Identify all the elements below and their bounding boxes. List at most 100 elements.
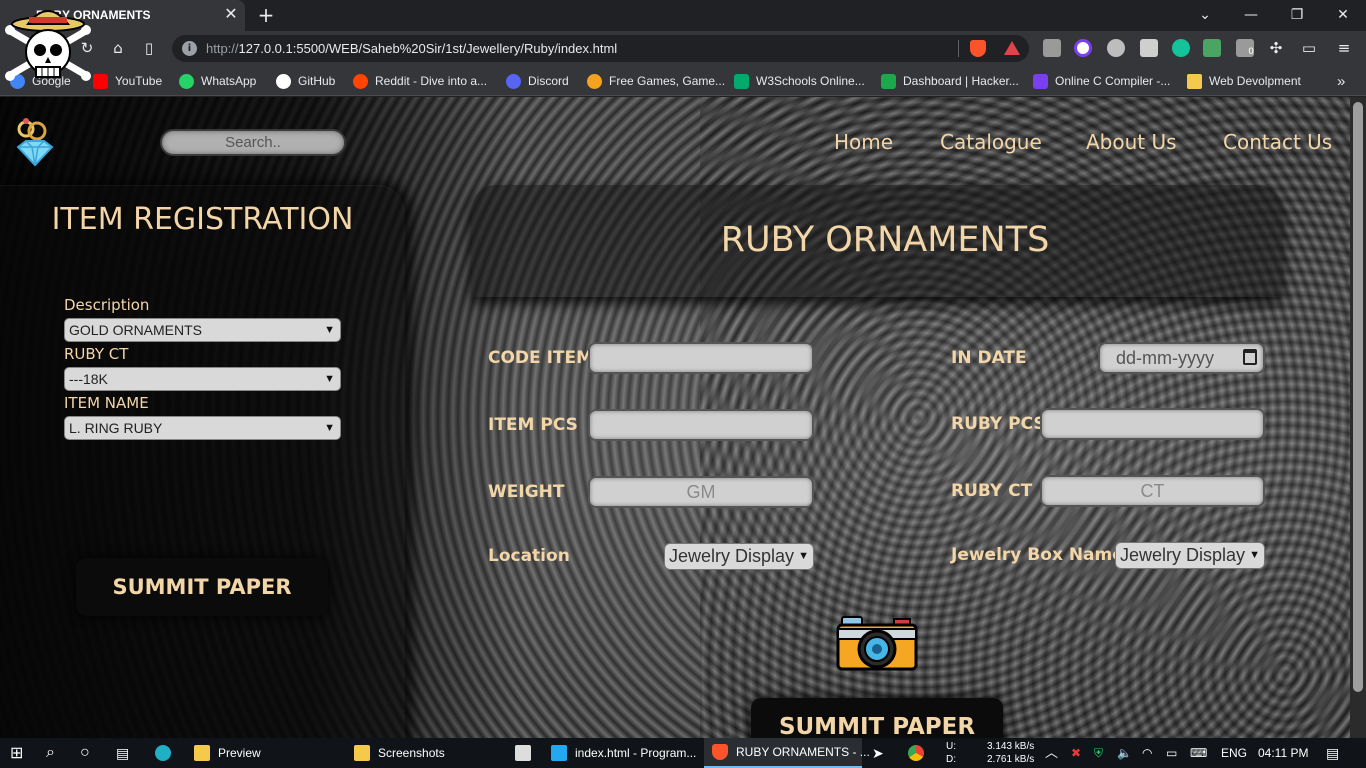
- extension-icon[interactable]: [1107, 39, 1125, 57]
- taskbar-item-preview[interactable]: Preview: [186, 738, 336, 768]
- camera-icon[interactable]: [836, 615, 918, 673]
- code-item-label: CODE ITEM: [488, 348, 594, 368]
- bookmark-online-compiler[interactable]: Online C Compiler -...: [1033, 72, 1170, 90]
- window-close-icon[interactable]: ✕: [1328, 4, 1358, 26]
- browser-tab-bar: RUBY ORNAMENTS ✕ + ⌄ — ❐ ✕: [0, 0, 1366, 31]
- wallet-icon[interactable]: ▭: [1298, 37, 1320, 59]
- vscode-icon: [551, 745, 567, 761]
- address-separator: [958, 40, 959, 57]
- calendar-icon[interactable]: [1243, 349, 1257, 365]
- taskbar-item-vscode[interactable]: index.html - Program...: [543, 738, 701, 768]
- bookmark-web-development[interactable]: Web Devolpment: [1187, 72, 1301, 90]
- tab-search-icon[interactable]: ⌄: [1190, 4, 1220, 26]
- description-select[interactable]: GOLD ORNAMENTS ▼: [64, 318, 341, 342]
- database-extension-icon[interactable]: [1140, 39, 1158, 57]
- taskbar-item-screenshots[interactable]: Screenshots: [346, 738, 496, 768]
- cortana-icon[interactable]: ○: [80, 738, 90, 768]
- brave-icon: [712, 744, 728, 760]
- close-tab-icon[interactable]: ✕: [222, 5, 240, 23]
- bookmark-icon[interactable]: ▯: [138, 37, 160, 59]
- form-submit-button[interactable]: SUMMIT PAPER: [751, 698, 1003, 738]
- wifi-icon[interactable]: ◠: [1142, 738, 1152, 768]
- new-tab-button[interactable]: +: [255, 4, 277, 26]
- chevron-down-icon: ▼: [798, 544, 809, 569]
- bookmark-w3schools[interactable]: W3Schools Online...: [734, 72, 865, 90]
- address-bar[interactable]: i http://127.0.0.1:5500/WEB/Saheb%20Sir/…: [172, 35, 1029, 62]
- url-text[interactable]: http://127.0.0.1:5500/WEB/Saheb%20Sir/1s…: [206, 41, 617, 56]
- brave-rewards-icon[interactable]: [1004, 41, 1020, 55]
- more-bookmarks-icon[interactable]: »: [1337, 72, 1345, 90]
- browser-toolbar: ↻ ⌂ ▯ i http://127.0.0.1:5500/WEB/Saheb%…: [0, 31, 1366, 64]
- shield-icon[interactable]: ⛨: [1094, 738, 1103, 768]
- item-name-select[interactable]: L. RING RUBY ▼: [64, 416, 341, 440]
- taskbar-item-brave[interactable]: RUBY ORNAMENTS - ...: [704, 738, 870, 768]
- notifications-icon[interactable]: ▤: [1326, 738, 1339, 768]
- menu-icon[interactable]: ≡: [1333, 37, 1355, 59]
- folder-icon: [194, 745, 210, 761]
- search-icon[interactable]: ⌕: [46, 738, 55, 768]
- extension-icon[interactable]: [1043, 39, 1061, 57]
- nav-home[interactable]: Home: [834, 130, 893, 154]
- minimize-icon[interactable]: —: [1236, 4, 1266, 26]
- store-icon[interactable]: [508, 738, 538, 768]
- weight-input[interactable]: GM: [588, 476, 814, 508]
- bookmark-hackerrank[interactable]: Dashboard | Hacker...: [881, 72, 1019, 90]
- ruby-ct-input[interactable]: CT: [1040, 475, 1265, 507]
- bookmark-reddit[interactable]: Reddit - Dive into a...: [353, 72, 487, 90]
- ruby-pcs-label: RUBY PCS: [951, 414, 1046, 434]
- whatsapp-icon: [179, 73, 194, 89]
- ruby-ct-select[interactable]: ---18K ▼: [64, 367, 341, 391]
- blocker-extension-icon[interactable]: [1074, 39, 1092, 57]
- nav-about-us[interactable]: About Us: [1086, 130, 1177, 154]
- folder-icon: [354, 745, 370, 761]
- home-icon[interactable]: ⌂: [107, 37, 129, 59]
- box-name-label: Jewelry Box Name: [951, 545, 1124, 565]
- keyboard-icon[interactable]: ⌨: [1190, 738, 1207, 768]
- bookmark-whatsapp[interactable]: WhatsApp: [179, 72, 256, 90]
- extensions-puzzle-icon[interactable]: ✣: [1265, 37, 1287, 59]
- ruby-pcs-input[interactable]: [1040, 408, 1265, 440]
- location-select[interactable]: Jewelry Display ▼: [664, 543, 814, 570]
- chevron-down-icon: ▼: [324, 373, 335, 385]
- in-date-label: IN DATE: [951, 348, 1027, 368]
- battery-icon[interactable]: ▭: [1166, 738, 1177, 768]
- jewellery-logo-icon[interactable]: [12, 117, 58, 167]
- nav-catalogue[interactable]: Catalogue: [940, 130, 1042, 154]
- vertical-scrollbar[interactable]: [1350, 97, 1366, 738]
- counter-extension-icon[interactable]: 0: [1236, 39, 1254, 57]
- clock[interactable]: 04:11 PM: [1258, 738, 1308, 768]
- ruby-ct-field-label: RUBY CT: [951, 481, 1033, 501]
- language-indicator[interactable]: ENG: [1221, 738, 1247, 768]
- item-pcs-input[interactable]: [588, 409, 814, 441]
- in-date-input[interactable]: dd-mm-yyyy: [1098, 342, 1265, 374]
- nav-contact-us[interactable]: Contact Us: [1223, 130, 1332, 154]
- w3schools-icon: [734, 73, 749, 89]
- edge-icon[interactable]: [155, 738, 179, 768]
- app-icon[interactable]: ➤: [872, 738, 884, 768]
- hero-banner: RUBY ORNAMENTS: [472, 185, 1282, 297]
- compiler-icon: [1033, 73, 1048, 89]
- code-item-input[interactable]: [588, 342, 814, 374]
- grammarly-icon[interactable]: [1172, 39, 1190, 57]
- task-view-icon[interactable]: ▤: [116, 738, 129, 768]
- bookmark-youtube[interactable]: YouTube: [93, 72, 162, 90]
- scrollbar-thumb[interactable]: [1353, 102, 1363, 692]
- chevron-up-icon[interactable]: ︿: [1045, 738, 1058, 768]
- sidebar-submit-button[interactable]: SUMMIT PAPER: [76, 558, 328, 616]
- brave-shields-icon[interactable]: [970, 40, 986, 57]
- folder-icon: [1187, 73, 1202, 89]
- error-icon[interactable]: ✖: [1071, 738, 1081, 768]
- extension-icon[interactable]: [1203, 39, 1221, 57]
- bookmark-github[interactable]: GitHub: [276, 72, 335, 90]
- bookmark-discord[interactable]: Discord: [506, 72, 569, 90]
- item-registration-title: ITEM REGISTRATION: [51, 202, 354, 237]
- site-info-icon[interactable]: i: [182, 41, 197, 56]
- reddit-icon: [353, 73, 368, 89]
- maximize-icon[interactable]: ❐: [1282, 4, 1312, 26]
- box-name-select[interactable]: Jewelry Display ▼: [1115, 542, 1265, 569]
- windows-start-icon[interactable]: ⊞: [10, 738, 23, 768]
- search-input[interactable]: Search..: [160, 129, 346, 156]
- chrome-icon[interactable]: [908, 738, 932, 768]
- volume-icon[interactable]: 🔈: [1117, 738, 1132, 768]
- bookmark-free-games[interactable]: Free Games, Game...: [587, 72, 725, 90]
